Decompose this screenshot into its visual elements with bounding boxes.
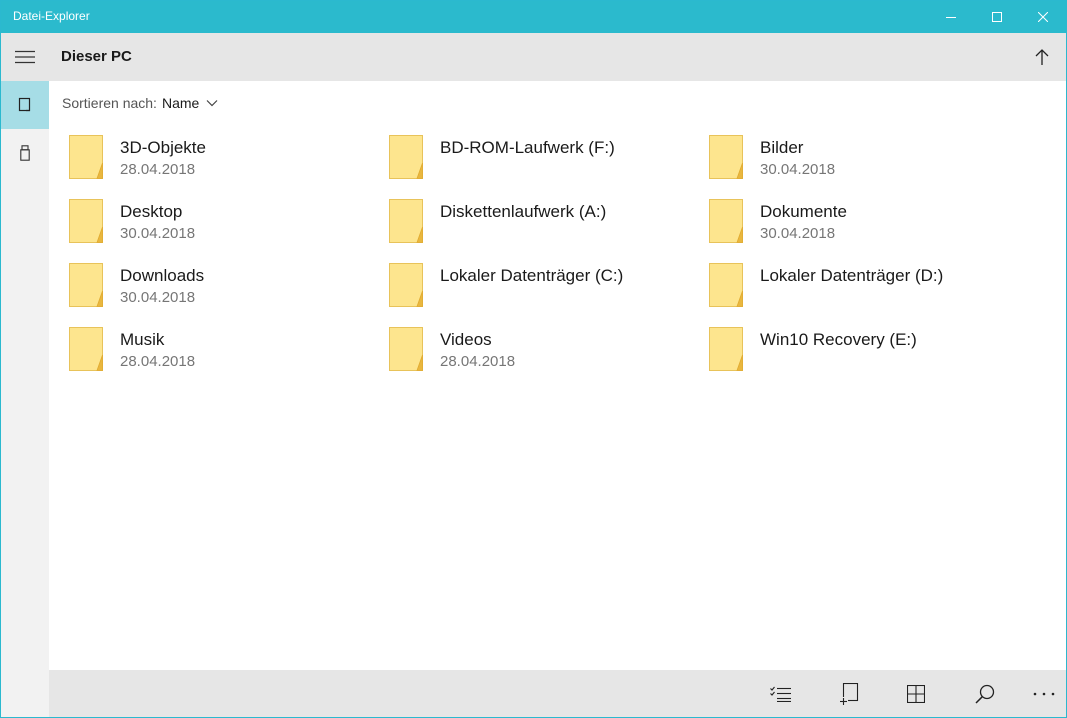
item-date: 30.04.2018 bbox=[760, 225, 836, 242]
list-item[interactable]: Bilder 30.04.2018 bbox=[701, 129, 1011, 185]
new-item-button[interactable] bbox=[830, 676, 870, 712]
more-options-icon bbox=[1033, 692, 1055, 696]
navigate-up-button[interactable] bbox=[1024, 39, 1060, 75]
item-name: Musik bbox=[120, 330, 165, 349]
usb-drive-icon bbox=[20, 145, 30, 161]
item-name: Win10 Recovery (E:) bbox=[760, 330, 917, 349]
item-name: Bilder bbox=[760, 138, 804, 157]
chevron-down-icon bbox=[206, 100, 218, 107]
item-name: Downloads bbox=[120, 266, 205, 285]
item-name: 3D-Objekte bbox=[120, 138, 206, 157]
folder-icon bbox=[69, 263, 103, 307]
new-item-icon bbox=[839, 683, 859, 705]
folder-icon bbox=[709, 135, 743, 179]
item-name: Lokaler Datenträger (C:) bbox=[440, 266, 624, 285]
list-item[interactable]: BD-ROM-Laufwerk (F:) bbox=[381, 129, 691, 185]
folder-icon bbox=[709, 327, 743, 371]
rail-item-usb-drive[interactable] bbox=[1, 129, 49, 177]
folder-icon bbox=[69, 135, 103, 179]
grid-view-icon bbox=[907, 685, 925, 703]
maximize-icon bbox=[992, 12, 1002, 22]
list-item[interactable]: Lokaler Datenträger (D:) bbox=[701, 257, 1011, 313]
view-button[interactable] bbox=[896, 676, 936, 712]
item-name: Desktop bbox=[120, 202, 183, 221]
list-item[interactable]: Diskettenlaufwerk (A:) bbox=[381, 193, 691, 249]
select-list-icon bbox=[770, 686, 791, 702]
title-bar: Datei-Explorer bbox=[1, 1, 1066, 33]
list-item[interactable]: Dokumente 30.04.2018 bbox=[701, 193, 1011, 249]
sort-label: Sortieren nach: bbox=[62, 95, 157, 111]
minimize-icon bbox=[946, 17, 956, 18]
sort-value: Name bbox=[161, 95, 200, 111]
page-title: Dieser PC bbox=[61, 48, 132, 65]
navigation-rail bbox=[1, 33, 49, 717]
command-bar bbox=[49, 670, 1066, 717]
folder-icon bbox=[389, 135, 423, 179]
item-date: 30.04.2018 bbox=[120, 225, 196, 242]
folder-icon bbox=[389, 199, 423, 243]
folder-icon bbox=[389, 263, 423, 307]
maximize-button[interactable] bbox=[974, 1, 1020, 33]
this-pc-icon bbox=[18, 97, 31, 112]
close-button[interactable] bbox=[1020, 1, 1066, 33]
list-item[interactable]: Lokaler Datenträger (C:) bbox=[381, 257, 691, 313]
list-item[interactable]: 3D-Objekte 28.04.2018 bbox=[61, 129, 371, 185]
folder-icon bbox=[709, 199, 743, 243]
item-name: Lokaler Datenträger (D:) bbox=[760, 266, 944, 285]
search-button[interactable] bbox=[965, 676, 1005, 712]
page-header: Dieser PC bbox=[49, 33, 1066, 81]
arrow-up-icon bbox=[1035, 49, 1049, 65]
hamburger-menu-button[interactable] bbox=[1, 33, 49, 81]
more-options-button[interactable] bbox=[1024, 676, 1064, 712]
item-date: 28.04.2018 bbox=[440, 353, 516, 370]
folder-icon bbox=[69, 327, 103, 371]
select-button[interactable] bbox=[761, 676, 801, 712]
item-date: 30.04.2018 bbox=[760, 161, 836, 178]
item-date: 28.04.2018 bbox=[120, 353, 196, 370]
item-grid: 3D-Objekte 28.04.2018 BD-ROM-Laufwerk (F… bbox=[61, 129, 1021, 389]
list-item[interactable]: Win10 Recovery (E:) bbox=[701, 321, 1011, 377]
folder-icon bbox=[709, 263, 743, 307]
item-name: Dokumente bbox=[760, 202, 847, 221]
item-name: Diskettenlaufwerk (A:) bbox=[440, 202, 607, 221]
minimize-button[interactable] bbox=[928, 1, 974, 33]
item-name: Videos bbox=[440, 330, 492, 349]
item-date: 28.04.2018 bbox=[120, 161, 196, 178]
list-item[interactable]: Desktop 30.04.2018 bbox=[61, 193, 371, 249]
explorer-window: Datei-Explorer Dieser PC Sortieren nach:… bbox=[0, 0, 1067, 718]
window-title: Datei-Explorer bbox=[13, 9, 90, 23]
close-icon bbox=[1038, 12, 1048, 22]
list-item[interactable]: Musik 28.04.2018 bbox=[61, 321, 371, 377]
list-item[interactable]: Downloads 30.04.2018 bbox=[61, 257, 371, 313]
item-date: 30.04.2018 bbox=[120, 289, 196, 306]
folder-icon bbox=[69, 199, 103, 243]
sort-control[interactable]: Sortieren nach: Name bbox=[62, 95, 218, 111]
folder-icon bbox=[389, 327, 423, 371]
list-item[interactable]: Videos 28.04.2018 bbox=[381, 321, 691, 377]
item-name: BD-ROM-Laufwerk (F:) bbox=[440, 138, 615, 157]
rail-item-this-pc[interactable] bbox=[1, 81, 49, 129]
hamburger-menu-icon bbox=[15, 50, 35, 64]
search-icon bbox=[975, 684, 995, 704]
